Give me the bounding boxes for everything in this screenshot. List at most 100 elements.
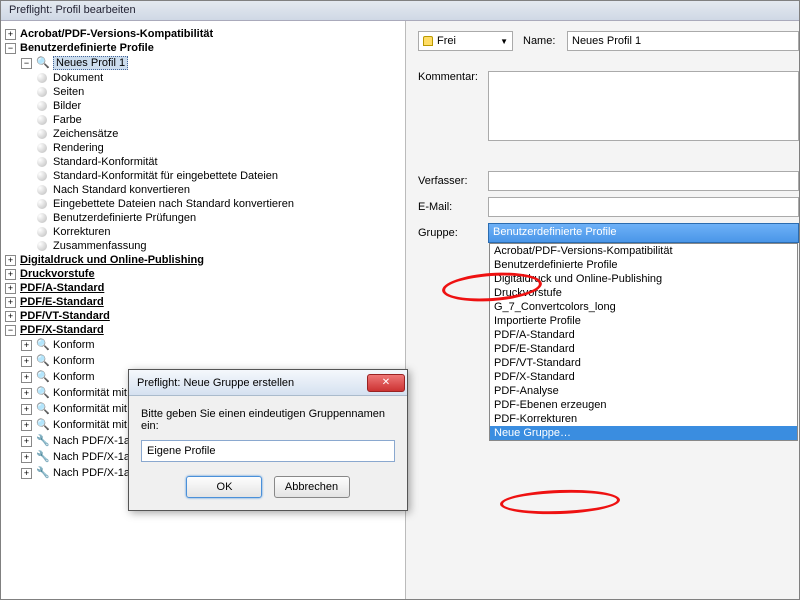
tree-leaf[interactable]: Benutzerdefinierte Prüfungen [5, 211, 401, 225]
group-name-input[interactable] [141, 440, 395, 462]
tree-leaf[interactable]: Korrekturen [5, 225, 401, 239]
tree-leaf[interactable]: Bilder [5, 99, 401, 113]
tree-node-pdfa[interactable]: + PDF/A-Standard [5, 281, 401, 295]
collapse-icon[interactable]: − [5, 43, 16, 54]
tree-leaf[interactable]: Eingebettete Dateien nach Standard konve… [5, 197, 401, 211]
chevron-down-icon: ▼ [500, 37, 508, 46]
gruppe-selected-value: Benutzerdefinierte Profile [493, 226, 617, 238]
tree-label: Konform [53, 355, 95, 367]
profile-icon: 🔍 [36, 338, 50, 352]
tree-leaf[interactable]: + 🔍Konform [5, 337, 401, 353]
tree-node-benutzerdef[interactable]: −Benutzerdefinierte Profile [5, 41, 401, 55]
wrench-icon: 🔧 [36, 450, 50, 464]
tree-label: PDF/X-Standard [20, 324, 104, 336]
tree-node-pdfx[interactable]: −PDF/X-Standard [5, 323, 401, 337]
expand-icon[interactable]: + [21, 468, 32, 479]
tree-leaf[interactable]: Standard-Konformität für eingebettete Da… [5, 169, 401, 183]
dropdown-option[interactable]: PDF/E-Standard [490, 342, 797, 356]
dropdown-option[interactable]: PDF-Analyse [490, 384, 797, 398]
tree-leaf[interactable]: Farbe [5, 113, 401, 127]
tree-label: Rendering [53, 142, 104, 154]
kommentar-textarea[interactable] [488, 71, 799, 141]
tree-label: Konform [53, 339, 95, 351]
dropdown-option[interactable]: PDF/X-Standard [490, 370, 797, 384]
tree-label: PDF/A-Standard [20, 282, 104, 294]
collapse-icon[interactable]: − [5, 325, 16, 336]
profile-tree-pane[interactable]: +Acrobat/PDF-Versions-Kompatibilität −Be… [1, 21, 406, 599]
expand-icon[interactable]: + [21, 356, 32, 367]
profile-icon: 🔍 [36, 386, 50, 400]
magnifier-icon: 🔍 [36, 56, 50, 70]
expand-icon[interactable]: + [21, 340, 32, 351]
dropdown-option[interactable]: Acrobat/PDF-Versions-Kompatibilität [490, 244, 797, 258]
dropdown-option[interactable]: Druckvorstufe [490, 286, 797, 300]
tree-leaf[interactable]: +🔍Konform [5, 353, 401, 369]
dialog-titlebar[interactable]: Preflight: Neue Gruppe erstellen ✕ [129, 370, 407, 396]
window-title: Preflight: Profil bearbeiten [9, 4, 136, 16]
expand-icon[interactable]: + [5, 29, 16, 40]
expand-icon[interactable]: + [5, 269, 16, 280]
lock-state-combo[interactable]: Frei ▼ [418, 31, 513, 51]
cancel-button[interactable]: Abbrechen [274, 476, 350, 498]
dropdown-option[interactable]: PDF-Korrekturen [490, 412, 797, 426]
name-input[interactable] [567, 31, 799, 51]
bullet-icon [37, 199, 47, 209]
tree-leaf[interactable]: Rendering [5, 141, 401, 155]
verfasser-input[interactable] [488, 171, 799, 191]
tree-leaf[interactable]: Standard-Konformität [5, 155, 401, 169]
bullet-icon [37, 129, 47, 139]
verfasser-label: Verfasser: [418, 175, 488, 187]
expand-icon[interactable]: + [21, 372, 32, 383]
tree-label: Druckvorstufe [20, 268, 95, 280]
lock-icon [423, 36, 433, 46]
tree-node-neues-profil[interactable]: −🔍Neues Profil 1 [5, 55, 401, 71]
tree-leaf[interactable]: Nach Standard konvertieren [5, 183, 401, 197]
tree-leaf[interactable]: Seiten [5, 85, 401, 99]
tree-label: Zeichensätze [53, 128, 118, 140]
bullet-icon [37, 185, 47, 195]
expand-icon[interactable]: + [21, 404, 32, 415]
bullet-icon [37, 157, 47, 167]
tree-label: Konform [53, 371, 95, 383]
email-input[interactable] [488, 197, 799, 217]
dropdown-option[interactable]: PDF-Ebenen erzeugen [490, 398, 797, 412]
ok-button[interactable]: OK [186, 476, 262, 498]
dropdown-option[interactable]: PDF/A-Standard [490, 328, 797, 342]
tree-label: PDF/VT-Standard [20, 310, 110, 322]
tree-label: Seiten [53, 86, 84, 98]
collapse-icon[interactable]: − [21, 58, 32, 69]
expand-icon[interactable]: + [21, 452, 32, 463]
gruppe-select[interactable]: Benutzerdefinierte Profile Acrobat/PDF-V… [488, 223, 799, 243]
expand-icon[interactable]: + [5, 311, 16, 322]
expand-icon[interactable]: + [21, 420, 32, 431]
tree-label: Benutzerdefinierte Profile [20, 42, 154, 54]
tree-label: PDF/E-Standard [20, 296, 104, 308]
dropdown-option-neue-gruppe[interactable]: Neue Gruppe… [490, 426, 797, 440]
tree-node-acrobat[interactable]: +Acrobat/PDF-Versions-Kompatibilität [5, 27, 401, 41]
tree-node-pdfe[interactable]: + PDF/E-Standard [5, 295, 401, 309]
dropdown-option[interactable]: G_7_Convertcolors_long [490, 300, 797, 314]
close-button[interactable]: ✕ [367, 374, 405, 392]
dropdown-option[interactable]: Importierte Profile [490, 314, 797, 328]
expand-icon[interactable]: + [21, 436, 32, 447]
tree-node-druckvorstufe[interactable]: + Druckvorstufe [5, 267, 401, 281]
dropdown-option[interactable]: PDF/VT-Standard [490, 356, 797, 370]
kommentar-label: Kommentar: [418, 71, 488, 83]
tree-leaf[interactable]: Dokument [5, 71, 401, 85]
expand-icon[interactable]: + [21, 388, 32, 399]
dropdown-option[interactable]: Benutzerdefinierte Profile [490, 258, 797, 272]
tree-node-digitaldruck[interactable]: +Digitaldruck und Online-Publishing [5, 253, 401, 267]
tree-leaf[interactable]: Zusammenfassung [5, 239, 401, 253]
expand-icon[interactable]: + [5, 283, 16, 294]
dialog-prompt: Bitte geben Sie einen eindeutigen Gruppe… [141, 408, 395, 432]
expand-icon[interactable]: + [5, 297, 16, 308]
tree-node-pdfvt[interactable]: + PDF/VT-Standard [5, 309, 401, 323]
tree-label: Eingebettete Dateien nach Standard konve… [53, 198, 294, 210]
gruppe-label: Gruppe: [418, 227, 488, 239]
expand-icon[interactable]: + [5, 255, 16, 266]
profile-icon: 🔍 [36, 402, 50, 416]
dropdown-option[interactable]: Digitaldruck und Online-Publishing [490, 272, 797, 286]
tree-leaf[interactable]: Zeichensätze [5, 127, 401, 141]
lock-state-label: Frei [437, 35, 456, 47]
profile-icon: 🔍 [36, 418, 50, 432]
